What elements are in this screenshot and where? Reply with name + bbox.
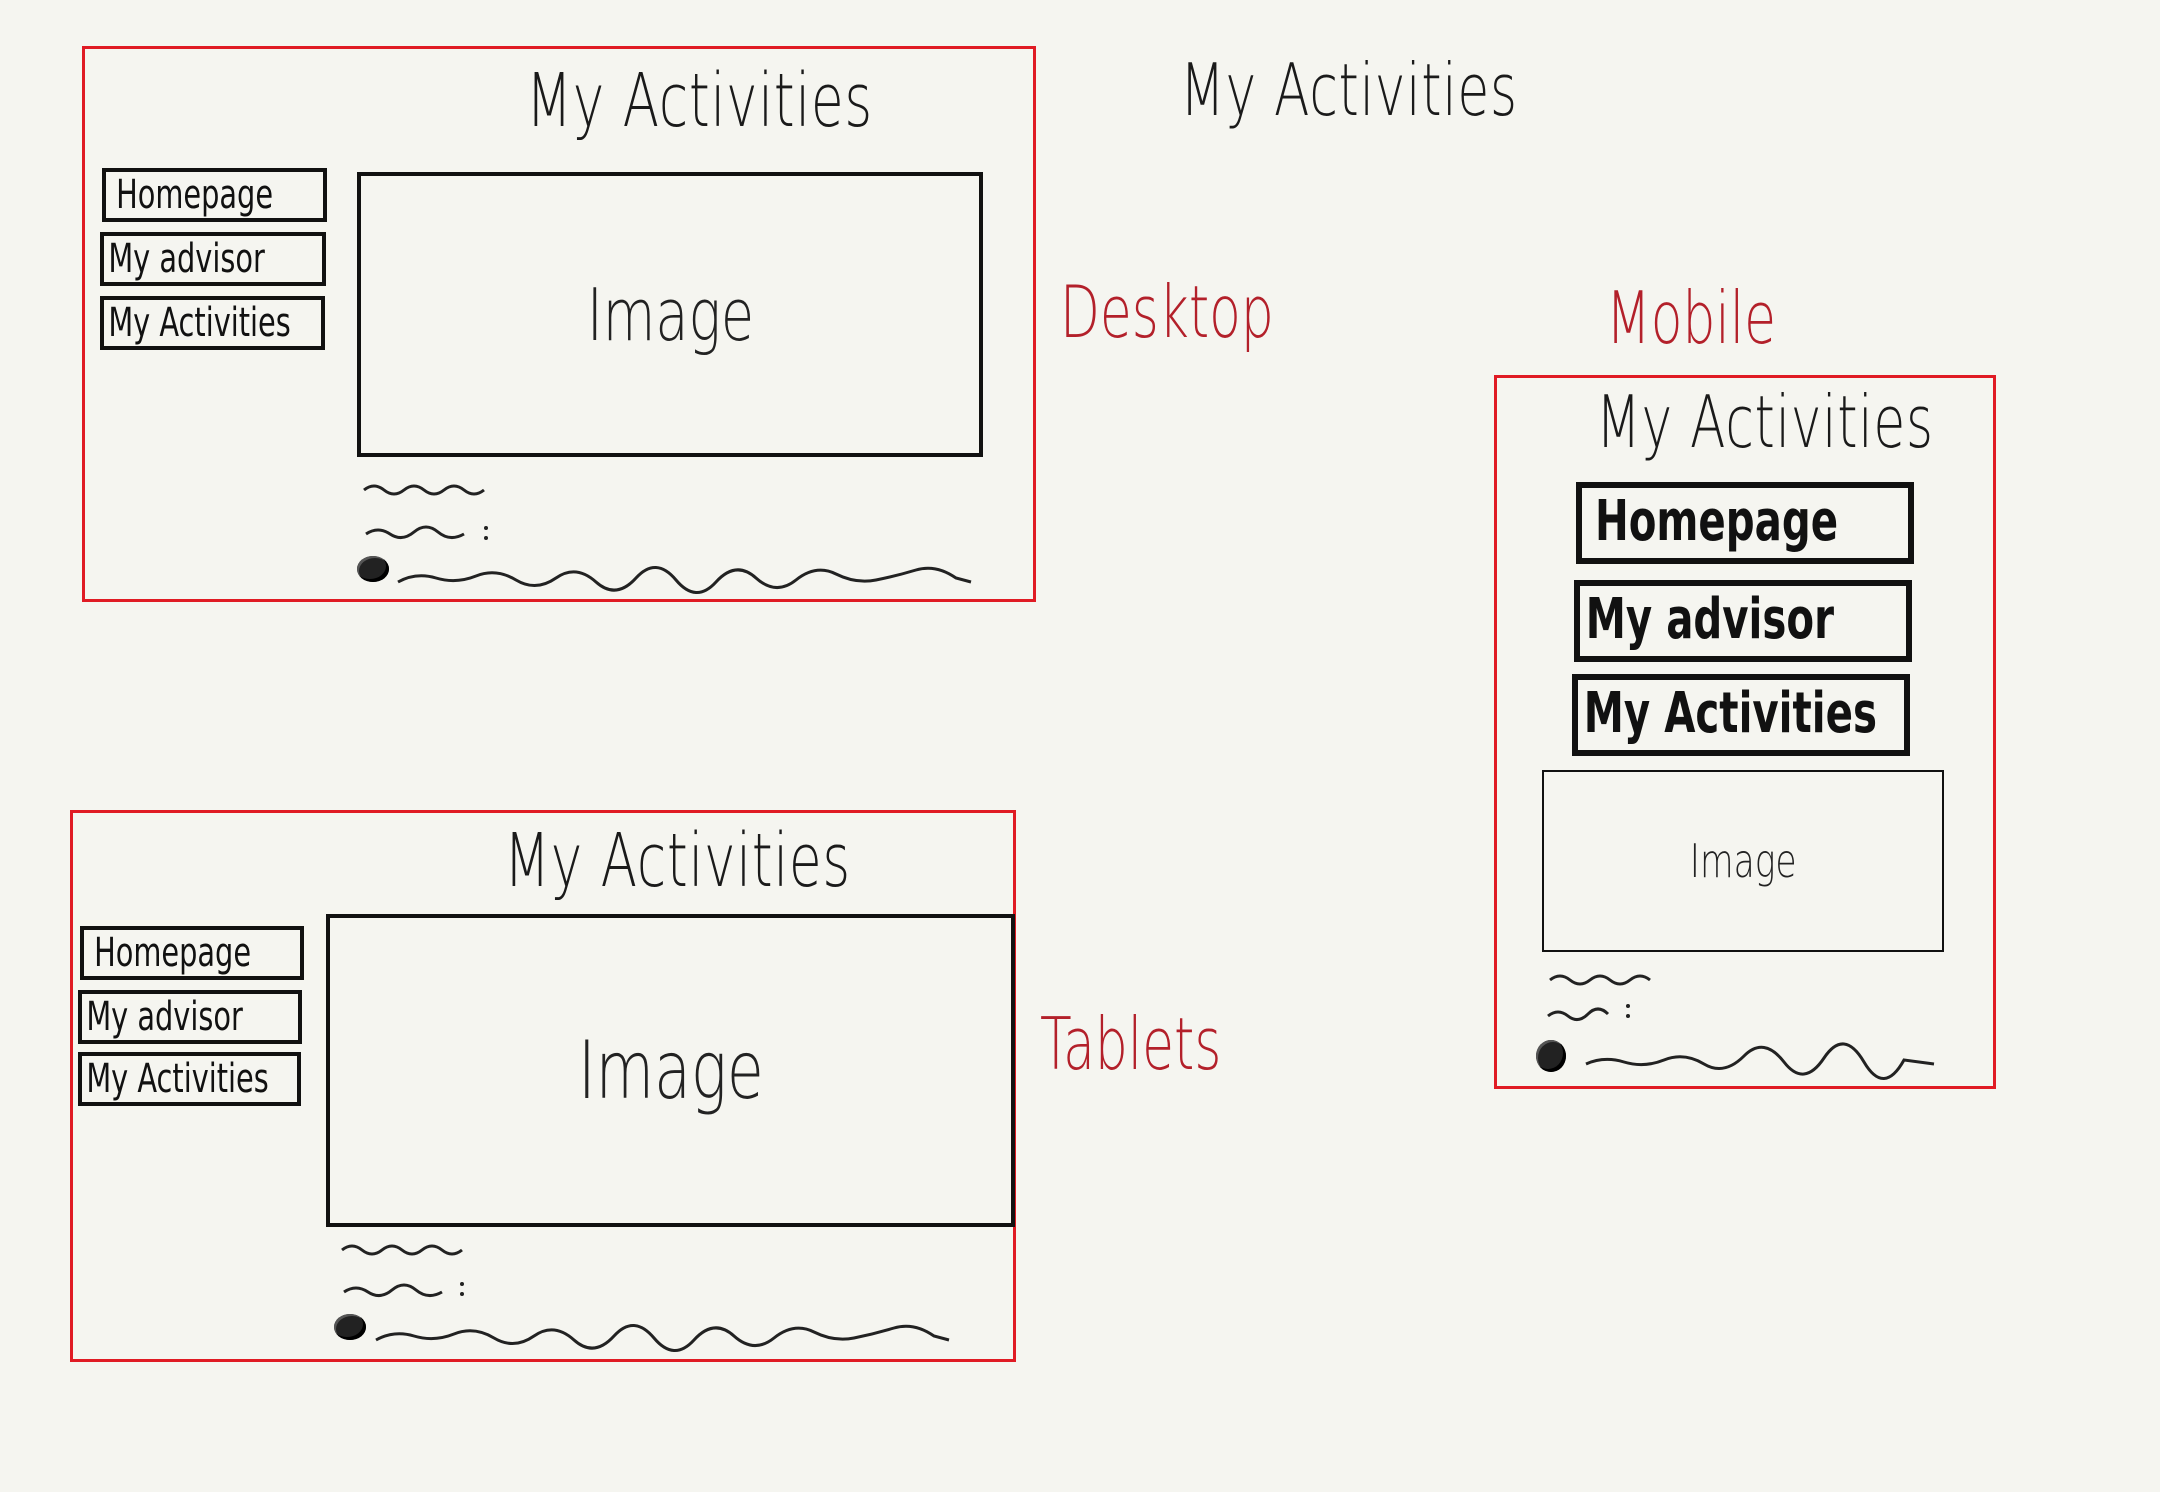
desktop-nav-my-advisor[interactable]: My advisor xyxy=(100,232,326,286)
desktop-nav-homepage-label: Homepage xyxy=(116,172,274,218)
mobile-device-label: Mobile xyxy=(1606,276,1777,360)
mobile-page-title: My Activities xyxy=(1596,380,1934,464)
mobile-text-line-2 xyxy=(1547,1004,1630,1021)
desktop-page-title: My Activities xyxy=(526,58,873,144)
desktop-image-label: Image xyxy=(586,272,754,357)
tablet-avatar-dot xyxy=(334,1314,366,1340)
tablet-nav-homepage[interactable]: Homepage xyxy=(80,926,304,980)
tablet-image-label: Image xyxy=(577,1024,764,1117)
mobile-nav-homepage-label: Homepage xyxy=(1594,489,1839,554)
floating-title: My Activities xyxy=(1180,48,1518,132)
tablet-nav-my-activities[interactable]: My Activities xyxy=(78,1052,301,1106)
desktop-text-line-2 xyxy=(365,525,488,540)
desktop-text-line-1 xyxy=(363,484,485,496)
tablet-nav-homepage-label: Homepage xyxy=(94,930,252,976)
mobile-text-line-1 xyxy=(1549,974,1651,986)
tablet-nav-my-advisor[interactable]: My advisor xyxy=(78,990,302,1044)
desktop-nav-my-advisor-label: My advisor xyxy=(108,236,265,282)
mobile-image-label: Image xyxy=(1689,834,1797,888)
tablet-image-placeholder: Image xyxy=(326,914,1015,1227)
desktop-nav-my-activities-label: My Activities xyxy=(108,300,291,346)
desktop-text-line-3 xyxy=(397,566,972,594)
mobile-text-line-3 xyxy=(1585,1042,1935,1080)
mobile-nav-my-activities[interactable]: My Activities xyxy=(1572,674,1910,756)
mobile-nav-my-advisor[interactable]: My advisor xyxy=(1574,580,1912,662)
desktop-avatar-dot xyxy=(357,556,389,582)
tablet-text-line-1 xyxy=(341,1244,463,1256)
mobile-nav-my-advisor-label: My advisor xyxy=(1585,587,1834,652)
desktop-nav-homepage[interactable]: Homepage xyxy=(102,168,327,222)
desktop-device-label: Desktop xyxy=(1060,270,1274,354)
mobile-nav-homepage[interactable]: Homepage xyxy=(1576,482,1914,564)
mobile-image-placeholder: Image xyxy=(1542,770,1944,952)
tablet-device-label: Tablets xyxy=(1040,1002,1222,1086)
tablet-nav-my-advisor-label: My advisor xyxy=(86,994,243,1040)
mobile-nav-my-activities-label: My Activities xyxy=(1583,681,1877,746)
tablet-page-title: My Activities xyxy=(504,818,851,904)
desktop-nav-my-activities[interactable]: My Activities xyxy=(100,296,325,350)
tablet-text-line-3 xyxy=(375,1324,950,1352)
mobile-avatar-dot xyxy=(1536,1040,1566,1072)
tablet-nav-my-activities-label: My Activities xyxy=(86,1056,269,1102)
desktop-image-placeholder: Image xyxy=(357,172,983,457)
tablet-text-line-2 xyxy=(343,1282,464,1297)
